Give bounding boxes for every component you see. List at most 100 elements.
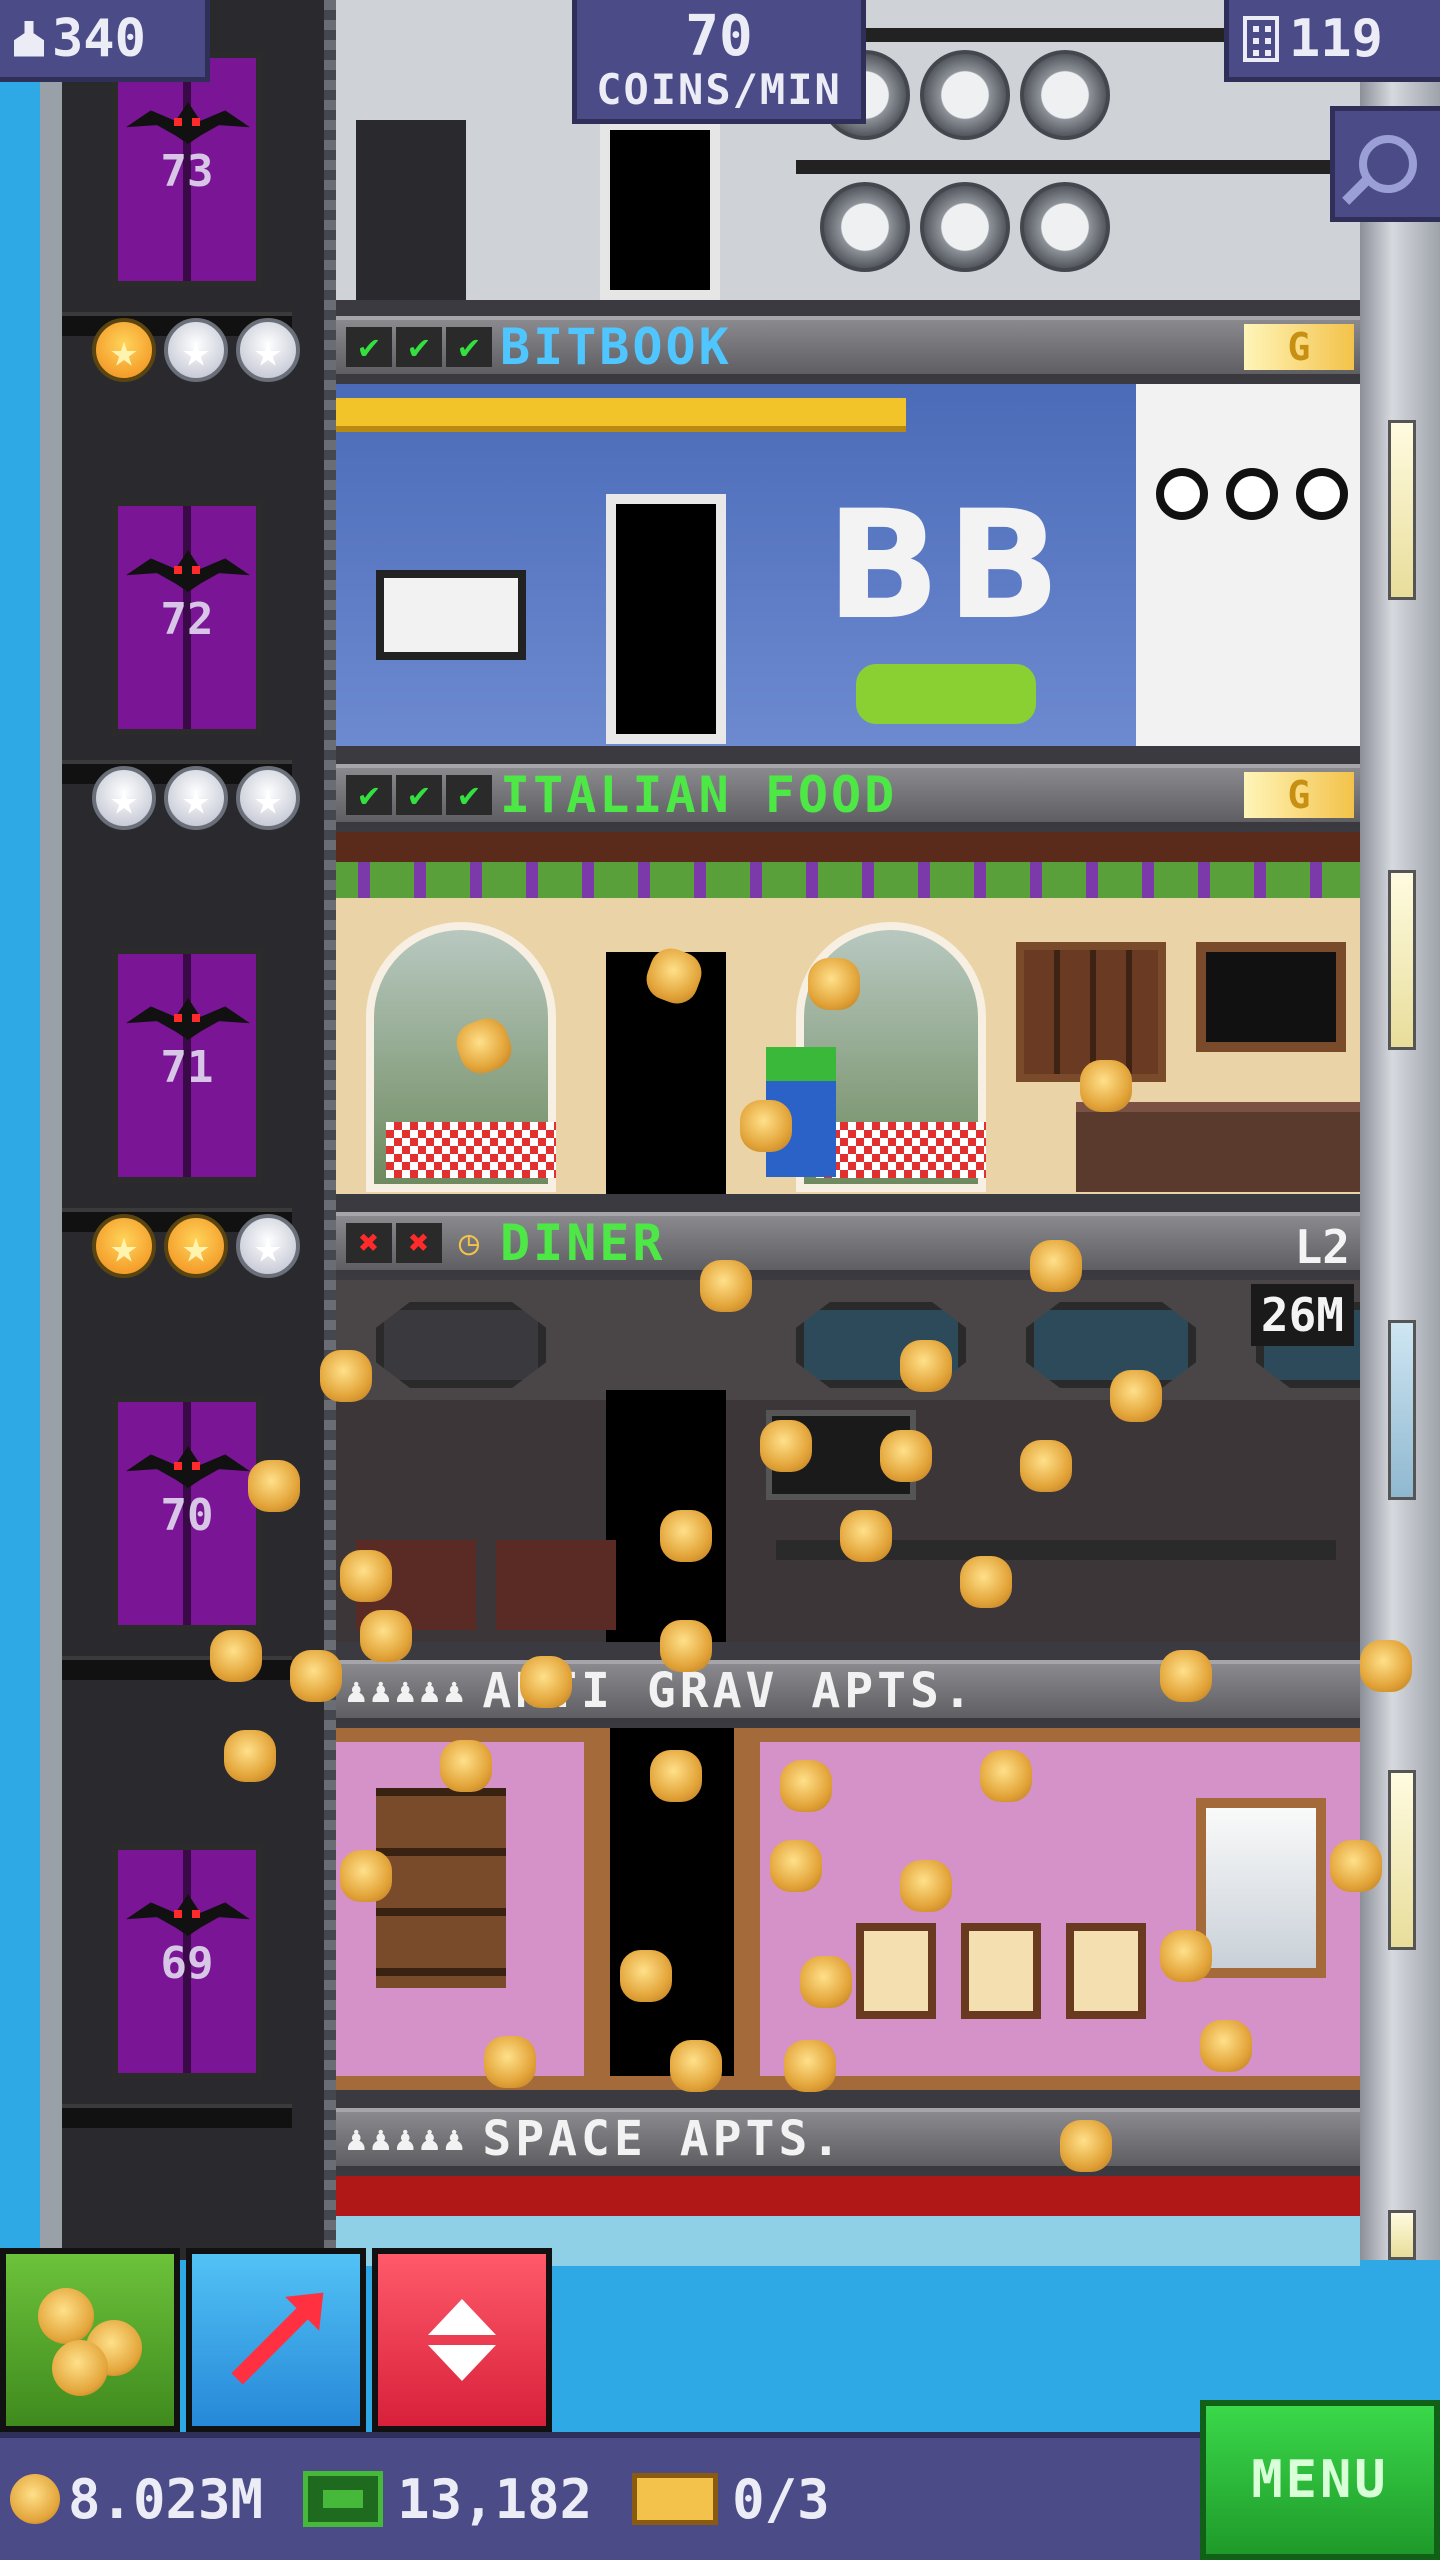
- flying-coin[interactable]: [340, 1550, 392, 1602]
- flying-coin[interactable]: [1200, 2020, 1252, 2072]
- flying-coin[interactable]: [740, 1100, 792, 1152]
- gold-star-icon: ★: [92, 318, 156, 382]
- tickets-balance[interactable]: 0/3: [632, 2468, 830, 2531]
- flying-coin[interactable]: [320, 1350, 372, 1402]
- collect-coins-button[interactable]: [0, 2248, 180, 2432]
- gold-ticket-badge[interactable]: G: [1244, 772, 1354, 818]
- out-of-stock-icon: ✖: [396, 1223, 442, 1263]
- bat-eye: [174, 1910, 182, 1918]
- zoom-button[interactable]: [1330, 106, 1440, 222]
- flying-coin[interactable]: [1330, 1840, 1382, 1892]
- flying-coin[interactable]: [760, 1420, 812, 1472]
- elevator-door-73[interactable]: 73: [112, 52, 262, 287]
- flying-coin[interactable]: [1360, 1640, 1412, 1692]
- bux-balance[interactable]: 13,182: [303, 2468, 592, 2531]
- computer-monitor: [376, 570, 526, 660]
- ceiling-trim: [336, 1728, 1360, 1742]
- elevator-door-71[interactable]: 71: [112, 948, 262, 1183]
- elevator-button[interactable]: [372, 2248, 552, 2432]
- flying-coin[interactable]: [224, 1730, 276, 1782]
- flying-coin[interactable]: [1160, 1650, 1212, 1702]
- elevator-door-72[interactable]: 72: [112, 500, 262, 735]
- flying-coin[interactable]: [340, 1850, 392, 1902]
- bat-eye: [174, 1014, 182, 1022]
- flying-coin[interactable]: [980, 1750, 1032, 1802]
- picture-frame: [961, 1923, 1041, 2019]
- room-italian-food[interactable]: [336, 832, 1360, 1194]
- ceiling-beam: [336, 2176, 1360, 2216]
- flying-coin[interactable]: [360, 1610, 412, 1662]
- wall-window: [1388, 870, 1416, 1050]
- office-wall: [1136, 384, 1360, 746]
- star-rating-70: ★ ★ ★: [92, 1214, 300, 1278]
- stock-checks: ✖ ✖ ◷: [346, 1223, 492, 1263]
- room-bitbook[interactable]: BB: [336, 384, 1360, 746]
- silver-star-icon: ★: [236, 766, 300, 830]
- flying-coin[interactable]: [900, 1860, 952, 1912]
- flying-coin[interactable]: [1110, 1370, 1162, 1422]
- flying-coin[interactable]: [484, 2036, 536, 2088]
- silver-star-icon: ★: [92, 766, 156, 830]
- flying-coin[interactable]: [1060, 2120, 1112, 2172]
- stock-checks: ✔ ✔ ✔: [346, 327, 492, 367]
- flying-coin[interactable]: [1160, 1930, 1212, 1982]
- elevator-floor-number: 70: [160, 1490, 214, 1541]
- flying-coin[interactable]: [440, 1740, 492, 1792]
- flying-coin[interactable]: [800, 1956, 852, 2008]
- menu-button[interactable]: MENU: [1200, 2400, 1440, 2560]
- flying-coin[interactable]: [650, 1750, 702, 1802]
- flying-coin[interactable]: [840, 1510, 892, 1562]
- floor-label-diner[interactable]: ✖ ✖ ◷ DINER L2: [336, 1212, 1360, 1274]
- check-icon: ✔: [396, 775, 442, 815]
- wall-window: [1388, 1770, 1416, 1950]
- floor-counter[interactable]: 119: [1224, 0, 1440, 82]
- floor-name: BITBOOK: [500, 318, 732, 376]
- door-column: [734, 1728, 760, 2090]
- elevator-floor-number: 72: [160, 594, 214, 645]
- flying-coin[interactable]: [1020, 1440, 1072, 1492]
- coins-per-min-display: 70 COINS/MIN: [572, 0, 866, 124]
- floor-label-space[interactable]: ♟♟♟♟♟ SPACE APTS.: [336, 2108, 1360, 2170]
- flying-coin[interactable]: [520, 1656, 572, 1708]
- vending-machine: [356, 120, 466, 300]
- gold-ticket-badge[interactable]: G: [1244, 324, 1354, 370]
- flying-coin[interactable]: [900, 1340, 952, 1392]
- shaft-divider: [62, 2104, 292, 2128]
- flying-coin[interactable]: [660, 1510, 712, 1562]
- coin-icon: [10, 2474, 60, 2524]
- washer: [920, 50, 1010, 140]
- floor-label-italian[interactable]: ✔ ✔ ✔ ITALIAN FOOD G: [336, 764, 1360, 826]
- flying-coin[interactable]: [700, 1260, 752, 1312]
- flying-coin[interactable]: [620, 1950, 672, 2002]
- bat-eye: [192, 566, 200, 574]
- flying-coin[interactable]: [960, 1556, 1012, 1608]
- gold-star-icon: ★: [164, 1214, 228, 1278]
- flying-coin[interactable]: [880, 1430, 932, 1482]
- flying-coin[interactable]: [290, 1650, 342, 1702]
- flying-coin[interactable]: [210, 1630, 262, 1682]
- person-icon: [14, 20, 44, 57]
- flying-coin[interactable]: [1080, 1060, 1132, 1112]
- flying-coin[interactable]: [808, 958, 860, 1010]
- room-diner[interactable]: 26M: [336, 1280, 1360, 1642]
- star-rating-72: ★ ★ ★: [92, 318, 300, 382]
- bat-eye: [192, 118, 200, 126]
- build-floor-button[interactable]: [186, 2248, 366, 2432]
- bat-eye: [192, 1462, 200, 1470]
- floor-label-bitbook[interactable]: ✔ ✔ ✔ BITBOOK G: [336, 316, 1360, 378]
- bat-icon: [126, 550, 250, 592]
- elevator-door-69[interactable]: 69: [112, 1844, 262, 2079]
- flying-coin[interactable]: [660, 1620, 712, 1672]
- elevator-door-70[interactable]: 70: [112, 1396, 262, 1631]
- flying-coin[interactable]: [770, 1840, 822, 1892]
- population-value: 340: [52, 8, 146, 69]
- flying-coin[interactable]: [1030, 1240, 1082, 1292]
- population-counter[interactable]: 340: [0, 0, 210, 82]
- flying-coin[interactable]: [784, 2040, 836, 2092]
- wall-window: [1388, 420, 1416, 600]
- coins-balance[interactable]: 8.023M: [10, 2468, 263, 2531]
- flying-coin[interactable]: [670, 2040, 722, 2092]
- flying-coin[interactable]: [248, 1460, 300, 1512]
- flying-coin[interactable]: [780, 1760, 832, 1812]
- bat-icon: [126, 1894, 250, 1936]
